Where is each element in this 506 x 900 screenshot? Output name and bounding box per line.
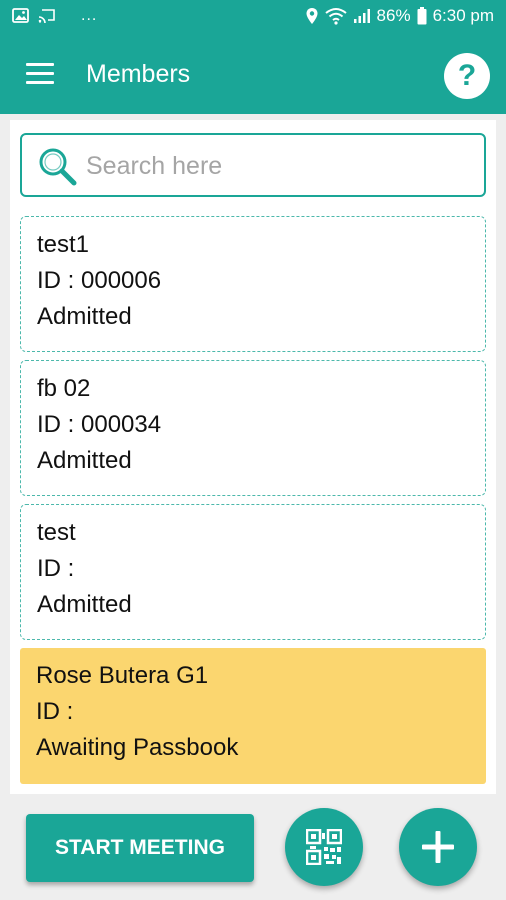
status-system: 86% 6:30 pm (305, 6, 494, 26)
battery-icon (417, 7, 427, 25)
app-bar: Members ? (0, 36, 506, 114)
member-status: Awaiting Passbook (36, 734, 239, 761)
member-status: Admitted (37, 591, 132, 618)
member-name: Rose Butera G1 (36, 662, 209, 689)
member-card[interactable]: fb 02 ID : 000034 Admitted (20, 360, 486, 496)
member-status: Admitted (37, 447, 132, 474)
clock: 6:30 pm (432, 6, 494, 25)
search-input[interactable] (86, 147, 466, 185)
member-id: ID : 000006 (37, 267, 162, 294)
member-card-awaiting[interactable]: Rose Butera G1 ID : Awaiting Passbook (20, 648, 486, 784)
member-name: test1 (37, 231, 90, 258)
location-icon (305, 7, 319, 25)
cast-icon (37, 8, 57, 23)
status-notifications: ... (12, 6, 98, 24)
member-id: ID : (36, 698, 74, 725)
battery-percentage: 86% (376, 6, 411, 25)
members-content: test1 ID : 000006 Admitted fb 02 ID : 00… (0, 114, 506, 900)
search-icon (36, 145, 78, 192)
member-card[interactable]: test ID : Admitted (20, 504, 486, 640)
member-name: test (37, 519, 76, 546)
member-id: ID : 000034 (37, 411, 162, 438)
member-name: fb 02 (37, 375, 91, 402)
members-panel: test1 ID : 000006 Admitted fb 02 ID : 00… (10, 120, 496, 794)
search-box[interactable] (20, 133, 486, 197)
signal-icon (353, 8, 371, 24)
page-title: Members (86, 60, 191, 88)
more-notifications: ... (81, 6, 98, 24)
status-bar: ... 86% 6:30 pm (0, 0, 506, 36)
member-status: Admitted (37, 303, 132, 330)
wifi-icon (324, 7, 347, 25)
image-icon (12, 8, 29, 23)
add-member-button[interactable] (399, 808, 477, 886)
member-id: ID : (37, 555, 75, 582)
qr-code-icon (306, 829, 342, 865)
start-meeting-button[interactable]: START MEETING (26, 814, 254, 882)
hamburger-menu-icon[interactable] (26, 63, 54, 85)
member-card[interactable]: test1 ID : 000006 Admitted (20, 216, 486, 352)
qr-scan-button[interactable] (285, 808, 363, 886)
bottom-actions: START MEETING (0, 800, 506, 900)
plus-icon (422, 831, 454, 863)
help-icon[interactable]: ? (444, 53, 490, 99)
